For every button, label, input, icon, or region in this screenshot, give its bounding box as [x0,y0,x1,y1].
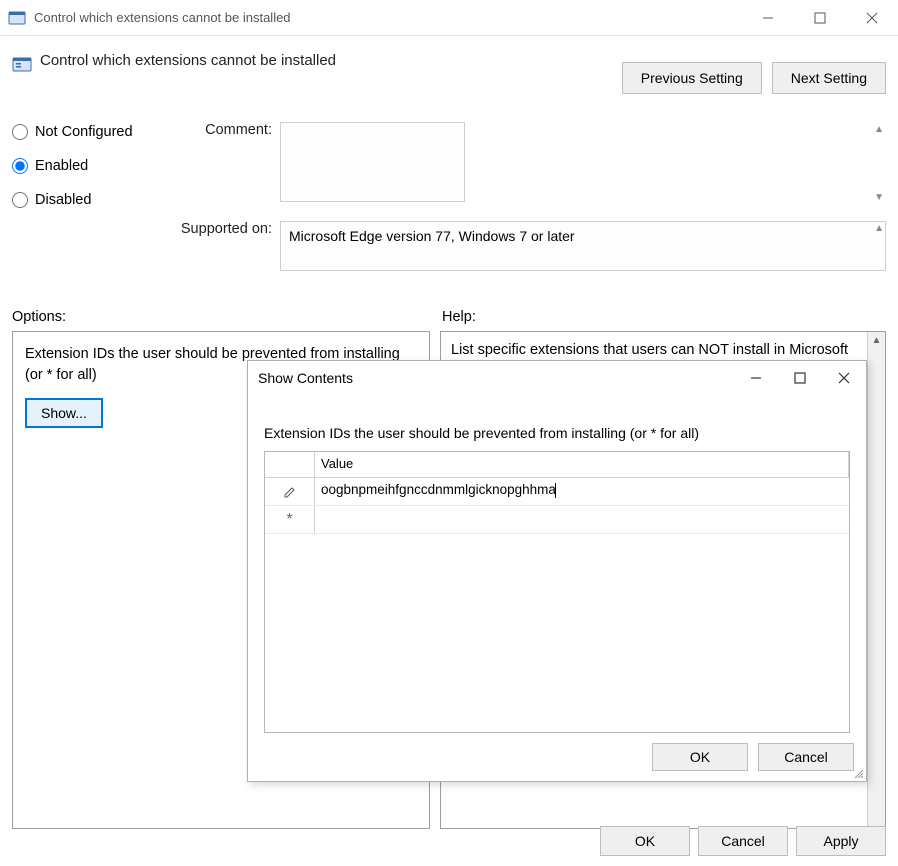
radio-label: Not Configured [35,124,133,140]
grid-header: Value [265,452,849,478]
help-section-label: Help: [442,309,476,325]
resize-grip-icon[interactable] [852,767,864,779]
page-title: Control which extensions cannot be insta… [40,52,336,69]
radio-not-configured[interactable]: Not Configured [12,124,162,140]
row-new-icon[interactable]: * [265,506,315,533]
dialog-ok-button[interactable]: OK [652,743,748,771]
dialog-cancel-button[interactable]: Cancel [758,743,854,771]
show-button[interactable]: Show... [25,398,103,428]
help-scrollbar[interactable]: ▲ [867,332,885,828]
grid-cell-value[interactable]: oogbnpmeihfgnccdnmmlgicknopghhma [315,478,849,505]
radio-disabled[interactable]: Disabled [12,192,162,208]
radio-enabled-input[interactable] [12,158,28,174]
supported-on-value: Microsoft Edge version 77, Windows 7 or … [280,221,886,271]
policy-header-icon [12,54,32,74]
dialog-close-button[interactable] [822,361,866,395]
dialog-minimize-button[interactable] [734,361,778,395]
dialog-titlebar: Show Contents [248,361,866,395]
apply-button[interactable]: Apply [796,826,886,856]
minimize-button[interactable] [742,0,794,36]
scroll-up-icon: ▲ [874,223,884,234]
grid-corner-cell [265,452,315,477]
radio-label: Disabled [35,192,91,208]
row-edit-icon[interactable] [265,478,315,505]
previous-setting-button[interactable]: Previous Setting [622,62,762,94]
policy-icon [8,9,26,27]
titlebar: Control which extensions cannot be insta… [0,0,898,36]
dialog-maximize-button[interactable] [778,361,822,395]
grid-empty-area[interactable] [265,534,849,732]
radio-not-configured-input[interactable] [12,124,28,140]
close-button[interactable] [846,0,898,36]
scroll-down-icon: ▼ [874,192,884,203]
dialog-description: Extension IDs the user should be prevent… [264,425,850,441]
supported-on-label: Supported on: [168,221,280,271]
window-title: Control which extensions cannot be insta… [34,10,291,25]
radio-disabled-input[interactable] [12,192,28,208]
grid-cell-value[interactable] [315,506,849,533]
next-setting-button[interactable]: Next Setting [772,62,886,94]
show-contents-dialog: Show Contents Extension IDs the user sho… [247,360,867,782]
comment-input[interactable] [280,122,465,202]
ok-button[interactable]: OK [600,826,690,856]
options-section-label: Options: [12,309,442,325]
maximize-button[interactable] [794,0,846,36]
dialog-title: Show Contents [258,370,353,386]
values-grid[interactable]: Value oogbnpmeihfgnccdnmmlgicknopghhma * [264,451,850,733]
cancel-button[interactable]: Cancel [698,826,788,856]
policy-editor-window: Control which extensions cannot be insta… [0,0,898,866]
scroll-up-icon: ▲ [874,124,884,135]
grid-row[interactable]: * [265,506,849,534]
radio-label: Enabled [35,158,88,174]
radio-enabled[interactable]: Enabled [12,158,162,174]
grid-column-header[interactable]: Value [315,452,849,477]
grid-row[interactable]: oogbnpmeihfgnccdnmmlgicknopghhma [265,478,849,506]
comment-label: Comment: [168,122,280,205]
scroll-up-icon[interactable]: ▲ [868,332,885,351]
